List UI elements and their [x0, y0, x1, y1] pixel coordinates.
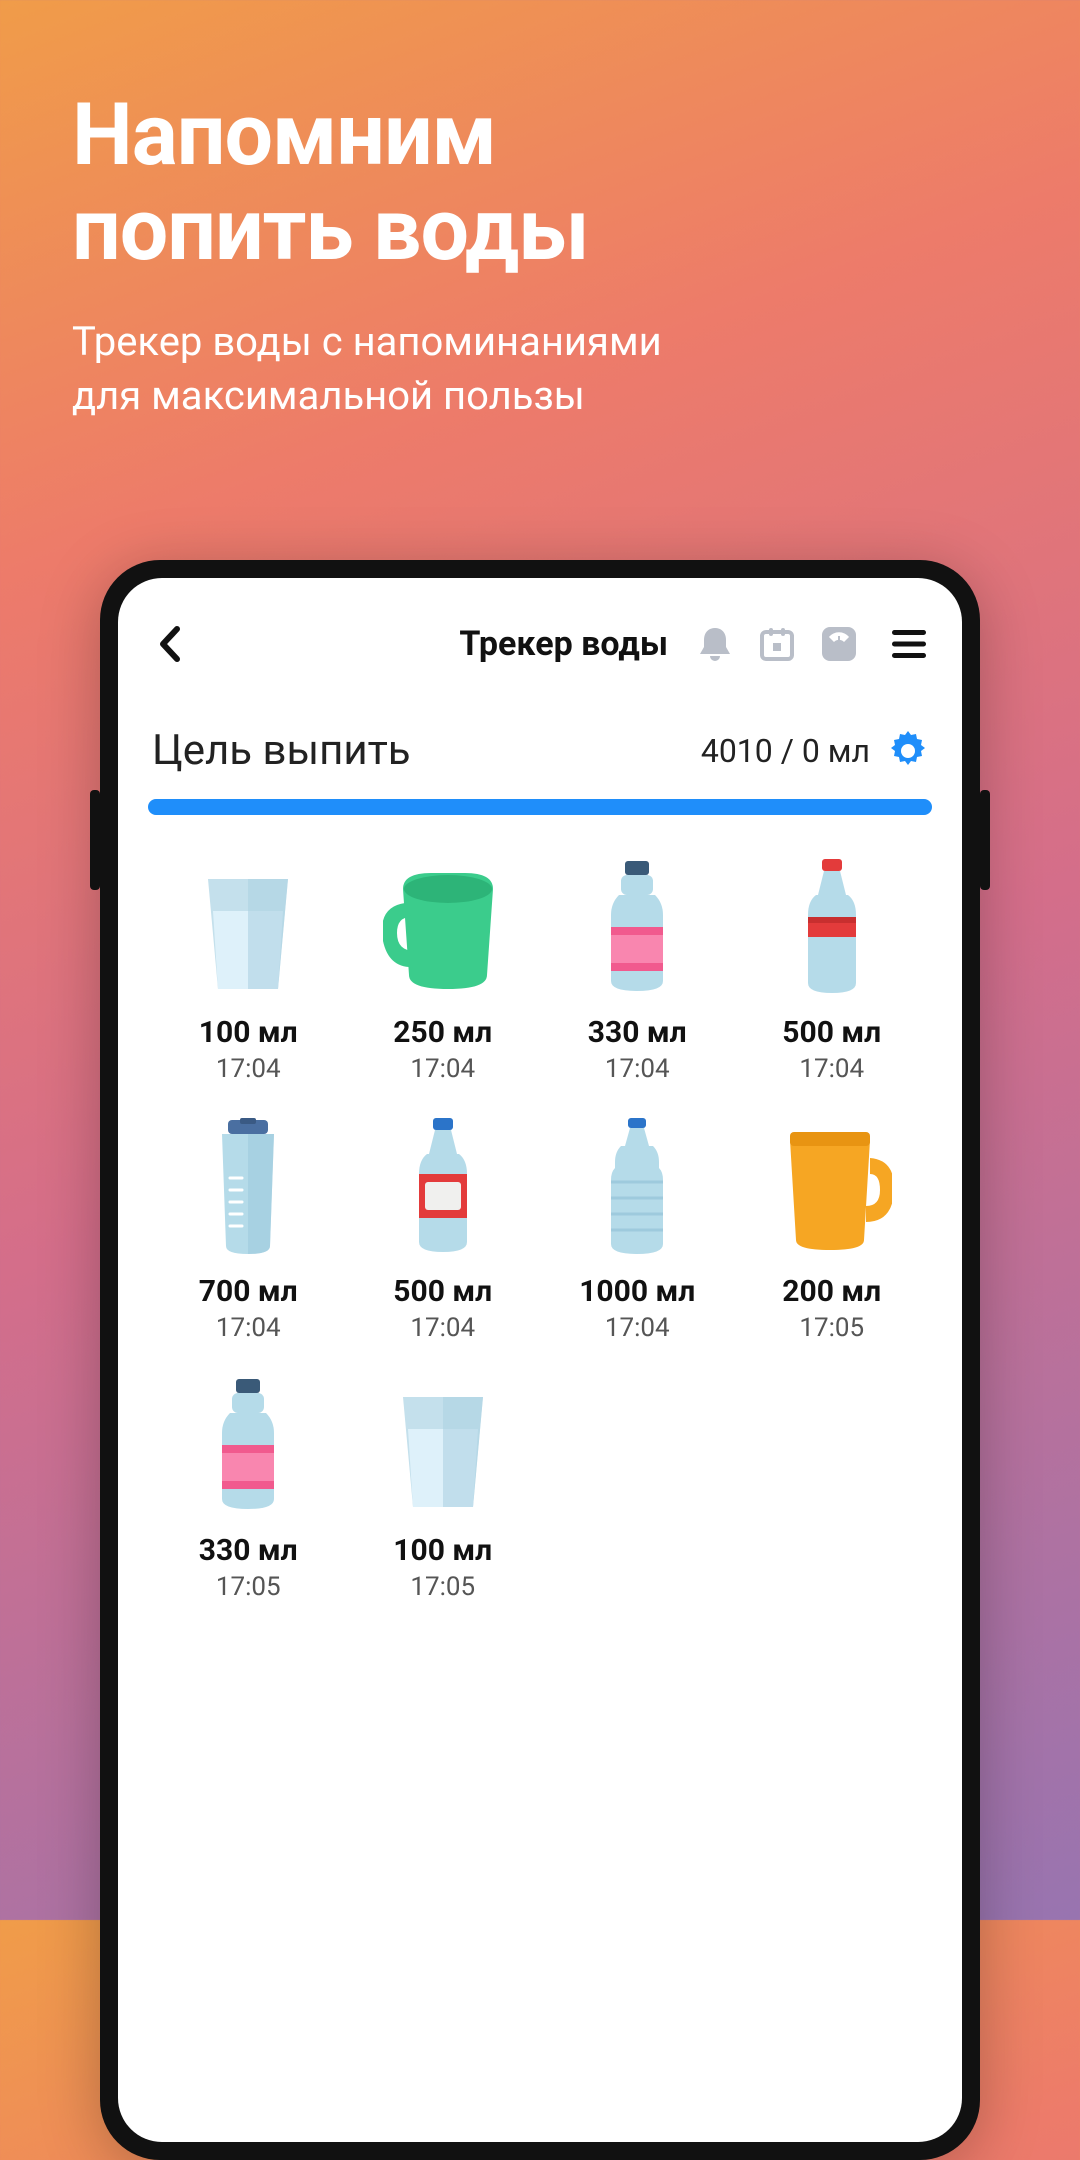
settings-button[interactable] — [888, 731, 928, 771]
water-entry[interactable]: 330 мл 17:05 — [154, 1377, 343, 1602]
entry-amount: 200 мл — [782, 1274, 881, 1309]
mug-orange-icon — [772, 1118, 892, 1258]
promo-title: Напомним попить воды — [0, 0, 1080, 277]
entry-time: 17:04 — [605, 1054, 670, 1084]
entry-amount: 100 мл — [199, 1015, 298, 1050]
entry-amount: 500 мл — [393, 1274, 492, 1309]
goal-progress-bar — [148, 799, 932, 815]
promo-title-line2: попить воды — [72, 179, 589, 280]
entry-amount: 250 мл — [393, 1015, 492, 1050]
glass-icon — [383, 1377, 503, 1517]
back-button[interactable] — [148, 623, 190, 665]
entry-time: 17:04 — [216, 1054, 281, 1084]
entry-amount: 700 мл — [199, 1274, 298, 1309]
topbar: Трекер воды — [148, 612, 932, 676]
menu-icon — [890, 628, 928, 660]
promo-title-line1: Напомним — [72, 84, 496, 185]
entry-time: 17:04 — [410, 1313, 475, 1343]
entry-time: 17:04 — [605, 1313, 670, 1343]
phone-frame: Трекер воды — [100, 560, 980, 2160]
glass-icon — [188, 859, 308, 999]
bottle-red-icon — [772, 859, 892, 999]
entry-time: 17:05 — [410, 1572, 475, 1602]
phone-button-right — [980, 790, 990, 890]
water-entry[interactable]: 500 мл 17:04 — [738, 859, 927, 1084]
entry-amount: 330 мл — [588, 1015, 687, 1050]
phone-button-left — [90, 790, 100, 890]
bottle-label-icon — [383, 1118, 503, 1258]
water-entry[interactable]: 500 мл 17:04 — [349, 1118, 538, 1343]
bell-icon — [697, 624, 733, 664]
water-entry[interactable]: 250 мл 17:04 — [349, 859, 538, 1084]
entries-grid: 100 мл 17:04 250 мл 17:04 330 мл 17:04 500 мл 1… — [148, 859, 932, 1602]
topbar-icons — [694, 623, 860, 665]
menu-button[interactable] — [886, 621, 932, 667]
entry-amount: 100 мл — [393, 1533, 492, 1568]
scale-button[interactable] — [818, 623, 860, 665]
water-entry[interactable]: 1000 мл 17:04 — [543, 1118, 732, 1343]
water-entry[interactable]: 100 мл 17:04 — [154, 859, 343, 1084]
water-entry[interactable]: 200 мл 17:05 — [738, 1118, 927, 1343]
entry-time: 17:04 — [410, 1054, 475, 1084]
goal-label: Цель выпить — [152, 726, 411, 775]
entry-time: 17:05 — [799, 1313, 864, 1343]
bottle-large-icon — [577, 1118, 697, 1258]
goal-value: 4010 / 0 мл — [701, 732, 870, 770]
water-entry[interactable]: 100 мл 17:05 — [349, 1377, 538, 1602]
bottle-pink-icon — [188, 1377, 308, 1517]
promo-subtitle: Трекер воды с напоминаниями для максимал… — [0, 277, 1080, 423]
goal-row: Цель выпить 4010 / 0 мл — [148, 726, 932, 775]
bottle-pink-icon — [577, 859, 697, 999]
promo-subtitle-line2: для максимальной пользы — [72, 372, 585, 419]
gear-icon — [888, 731, 928, 771]
calendar-icon — [759, 626, 795, 662]
shaker-icon — [188, 1118, 308, 1258]
entry-time: 17:04 — [216, 1313, 281, 1343]
entry-time: 17:04 — [799, 1054, 864, 1084]
water-entry[interactable]: 700 мл 17:04 — [154, 1118, 343, 1343]
calendar-button[interactable] — [756, 623, 798, 665]
mug-green-icon — [383, 859, 503, 999]
promo-subtitle-line1: Трекер воды с напоминаниями — [72, 318, 662, 365]
entry-amount: 500 мл — [782, 1015, 881, 1050]
water-entry[interactable]: 330 мл 17:04 — [543, 859, 732, 1084]
scale-icon — [820, 625, 858, 663]
screen-title: Трекер воды — [459, 624, 668, 664]
entry-time: 17:05 — [216, 1572, 281, 1602]
entry-amount: 330 мл — [199, 1533, 298, 1568]
notifications-button[interactable] — [694, 623, 736, 665]
chevron-left-icon — [157, 625, 181, 663]
screen: Трекер воды — [118, 578, 962, 2142]
entry-amount: 1000 мл — [579, 1274, 695, 1309]
